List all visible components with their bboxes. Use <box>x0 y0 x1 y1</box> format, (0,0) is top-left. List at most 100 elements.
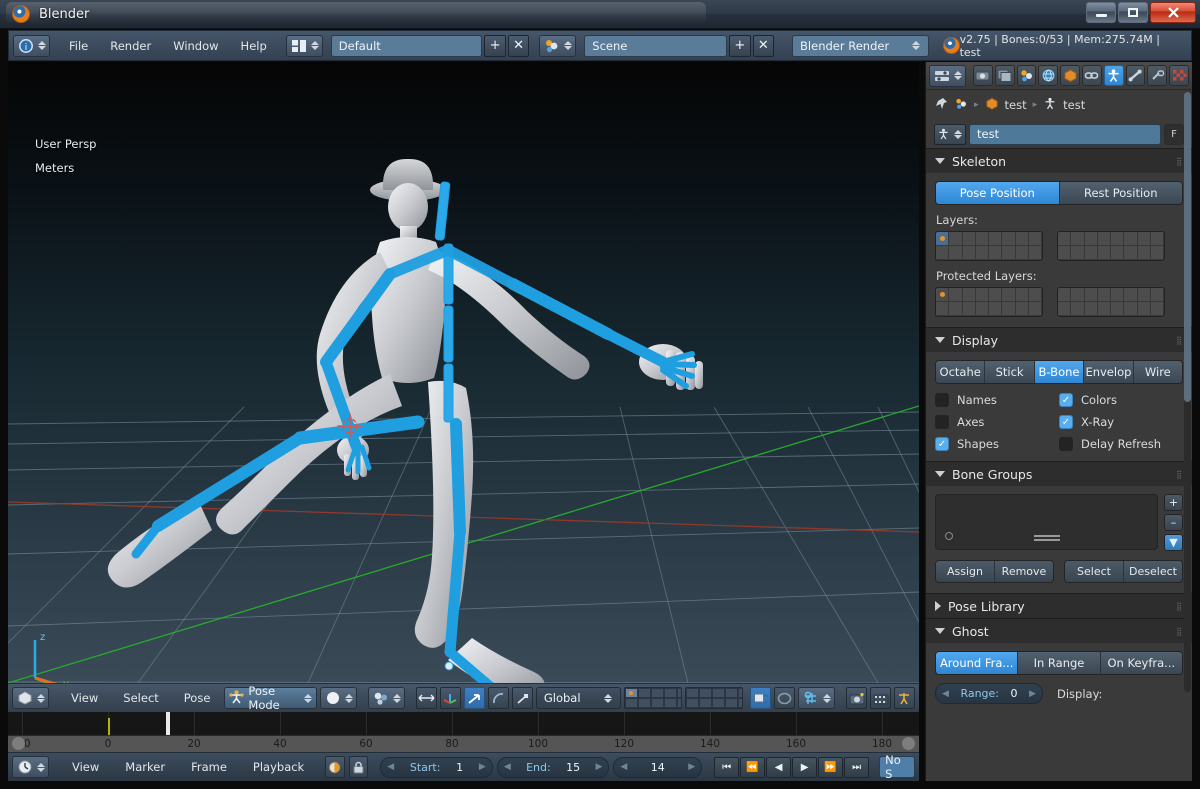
object-cube-icon[interactable] <box>985 97 999 113</box>
layer-cell[interactable] <box>664 698 677 708</box>
display-type-stick[interactable]: Stick <box>985 361 1034 383</box>
layer-cell[interactable] <box>712 698 725 708</box>
rotate-manipulator-icon[interactable] <box>488 687 509 709</box>
ghost-panel-header[interactable]: Ghost ⣿ <box>926 618 1192 643</box>
armature-layer-cell[interactable] <box>963 302 976 316</box>
properties-editor-type[interactable] <box>929 65 966 87</box>
viewport-shading-selector[interactable] <box>320 687 357 709</box>
armature-layer-cell[interactable] <box>1151 232 1164 246</box>
armature-layer-cell[interactable] <box>1016 246 1029 260</box>
display-type-envelope[interactable]: Envelop <box>1084 361 1133 383</box>
armature-layer-cell[interactable] <box>1002 288 1015 302</box>
armature-layer-cell[interactable] <box>1085 232 1098 246</box>
armature-layer-cell[interactable] <box>1124 246 1137 260</box>
armature-layer-cell[interactable] <box>976 246 989 260</box>
proportional-edit-icon[interactable] <box>774 687 795 709</box>
previous-keyframe-icon[interactable]: ⏪ <box>740 757 765 778</box>
protected-layers-group-1[interactable] <box>935 287 1043 317</box>
viewport-menu-pose[interactable]: Pose <box>173 687 222 709</box>
armature-layer-cell[interactable] <box>1002 232 1015 246</box>
armature-name-field[interactable]: test <box>969 124 1161 145</box>
delete-scene-button[interactable]: ✕ <box>753 35 775 57</box>
armature-layer-cell[interactable] <box>1111 232 1124 246</box>
scene-selector[interactable] <box>539 35 576 57</box>
display-type-wire[interactable]: Wire <box>1134 361 1182 383</box>
armature-layer-cell[interactable] <box>1085 288 1098 302</box>
names-checkbox-row[interactable]: Names <box>935 393 1059 407</box>
lock-icon[interactable] <box>349 756 369 778</box>
armature-layer-cell[interactable] <box>936 246 949 260</box>
rest-position-button[interactable]: Rest Position <box>1060 182 1183 204</box>
ghost-around-frame-button[interactable]: Around Fra... <box>936 652 1018 674</box>
armature-layer-cell[interactable] <box>1138 288 1151 302</box>
armature-layer-cell[interactable] <box>1138 232 1151 246</box>
frame-end-dec-arrow[interactable]: ◀ <box>504 762 511 772</box>
armature-layer-cell[interactable] <box>989 302 1002 316</box>
armature-layer-cell[interactable] <box>1058 302 1071 316</box>
shapes-checkbox[interactable]: ✓ <box>935 437 949 451</box>
armature-layer-cell[interactable] <box>1002 302 1015 316</box>
scene-arrows[interactable] <box>564 41 573 50</box>
onion-skin-icon[interactable] <box>325 756 345 778</box>
armature-layer-cell[interactable] <box>1071 288 1084 302</box>
armature-layer-cell[interactable] <box>963 232 976 246</box>
armature-layer-cell[interactable] <box>1098 288 1111 302</box>
current-frame-field[interactable]: ◀ 14 ▶ <box>613 757 702 778</box>
jump-to-end-icon[interactable]: ⏭ <box>844 757 869 778</box>
xray-checkbox[interactable]: ✓ <box>1059 415 1073 429</box>
menu-file[interactable]: File <box>58 35 99 57</box>
close-button[interactable] <box>1150 2 1196 23</box>
armature-layer-cell[interactable] <box>963 246 976 260</box>
bone-groups-list[interactable] <box>935 494 1158 550</box>
timeline-playhead[interactable] <box>166 712 170 735</box>
datablock-type-selector[interactable] <box>934 124 966 145</box>
pose-library-panel-header[interactable]: Pose Library ⣿ <box>926 593 1192 618</box>
layer-cell[interactable] <box>686 688 699 698</box>
layer-cell[interactable] <box>699 698 712 708</box>
timeline-menu-playback[interactable]: Playback <box>242 756 315 778</box>
pose-position-button[interactable]: Pose Position <box>936 182 1060 204</box>
breadcrumb-object-name[interactable]: test <box>1005 98 1027 112</box>
timeline-scroll-left-knob[interactable] <box>12 737 25 750</box>
datablock-arrows[interactable] <box>954 130 963 139</box>
add-screen-button[interactable]: + <box>484 35 506 57</box>
screen-layout-selector[interactable] <box>286 35 323 57</box>
armature-layer-cell[interactable] <box>1111 246 1124 260</box>
timeline-editor-arrows[interactable] <box>37 763 46 772</box>
armature-layer-cell[interactable] <box>1029 302 1042 316</box>
render-animation-icon[interactable] <box>870 687 891 709</box>
delay-refresh-checkbox-row[interactable]: Delay Refresh <box>1059 437 1183 451</box>
remove-button[interactable]: Remove <box>995 561 1053 582</box>
x-mirror-icon[interactable] <box>416 687 437 709</box>
bone-groups-panel-header[interactable]: Bone Groups ⣿ <box>926 461 1192 486</box>
axes-checkbox-row[interactable]: Axes <box>935 415 1059 429</box>
display-panel-header[interactable]: Display ⣿ <box>926 327 1192 352</box>
ghost-range-inc-arrow[interactable]: ▶ <box>1029 689 1036 699</box>
object-tab[interactable] <box>1060 65 1080 86</box>
bone-groups-resize-grip[interactable] <box>1034 535 1060 537</box>
timeline-marker[interactable] <box>108 718 110 735</box>
menu-help[interactable]: Help <box>230 35 278 57</box>
layer-cell[interactable] <box>638 698 651 708</box>
armature-layer-cell[interactable] <box>989 288 1002 302</box>
armature-layer-cell[interactable] <box>1151 288 1164 302</box>
armature-layer-cell[interactable] <box>949 246 962 260</box>
world-tab[interactable] <box>1038 65 1058 86</box>
timeline-editor-type[interactable] <box>12 756 49 778</box>
frame-start-inc-arrow[interactable]: ▶ <box>479 762 486 772</box>
armature-layer-cell[interactable] <box>1098 302 1111 316</box>
axes-checkbox[interactable] <box>935 415 949 429</box>
timeline-area[interactable]: -40-200204060801001201401601802002202402… <box>8 712 919 752</box>
play-reverse-icon[interactable]: ◀ <box>766 757 791 778</box>
shading-arrows[interactable] <box>345 694 354 703</box>
armature-layer-cell[interactable] <box>1124 232 1137 246</box>
armature-layer-cell[interactable] <box>1124 302 1137 316</box>
menu-render[interactable]: Render <box>99 35 162 57</box>
translate-manipulator-icon[interactable] <box>464 687 485 709</box>
editor-type-selector[interactable]: i <box>13 35 50 57</box>
armature-layer-cell[interactable] <box>949 288 962 302</box>
armature-layer-cell[interactable] <box>989 246 1002 260</box>
ghost-range-field[interactable]: ◀ Range: 0 ▶ <box>935 683 1043 704</box>
interaction-mode-arrows[interactable] <box>304 694 312 703</box>
layer-cell[interactable] <box>664 688 677 698</box>
